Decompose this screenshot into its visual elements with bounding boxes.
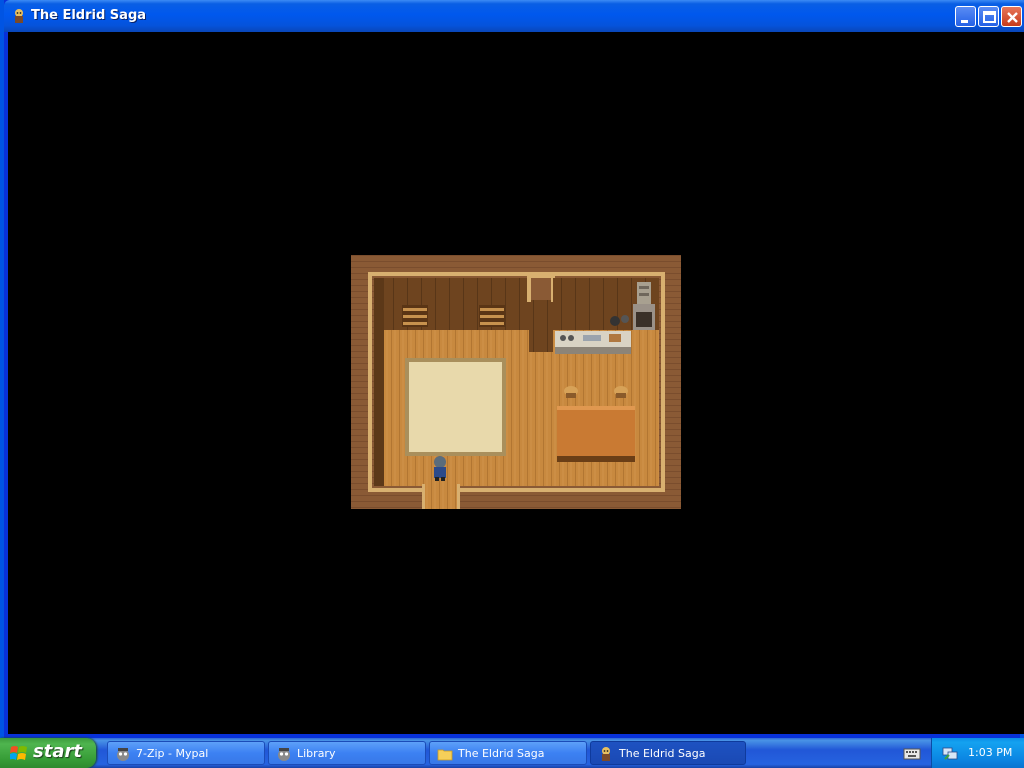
stool-right[interactable] [614, 386, 628, 398]
keyboard-icon[interactable] [903, 746, 921, 760]
wall-divider [529, 278, 553, 300]
close-icon [1007, 12, 1018, 23]
game-app-icon [11, 8, 27, 24]
taskbar-item-library[interactable]: Library [268, 741, 426, 765]
clock[interactable]: 1:03 PM [968, 746, 1012, 759]
taskbar-item-label: The Eldrid Saga [458, 747, 545, 760]
start-button[interactable]: start [0, 738, 96, 768]
minimize-icon [961, 20, 968, 23]
kitchen-counter[interactable] [555, 331, 631, 354]
mypal-icon [115, 746, 131, 762]
close-button[interactable] [1001, 6, 1022, 27]
divider-trim-left [527, 274, 531, 302]
maximize-button[interactable] [978, 6, 999, 27]
taskbar: start 7-Zip - Mypal Library The Eldrid S… [0, 738, 1024, 768]
dining-table[interactable] [557, 406, 635, 462]
taskbar-item-game-eldrid-saga[interactable]: The Eldrid Saga [590, 741, 746, 765]
bookshelf-left[interactable] [402, 305, 428, 327]
taskbar-item-folder-eldrid-saga[interactable]: The Eldrid Saga [429, 741, 587, 765]
game-map[interactable] [351, 255, 681, 509]
network-icon[interactable] [942, 745, 958, 761]
bookshelf-right[interactable] [479, 305, 505, 327]
game-viewport[interactable] [8, 32, 1024, 734]
game-window: The Eldrid Saga [0, 0, 1024, 738]
maximize-icon [983, 11, 996, 23]
stool-left[interactable] [564, 386, 578, 398]
left-wall-shadow [374, 278, 384, 486]
back-wall-left [374, 278, 529, 330]
system-tray: 1:03 PM [931, 738, 1024, 768]
window-title: The Eldrid Saga [31, 8, 147, 23]
rug[interactable] [405, 358, 506, 456]
door-frame-right [457, 484, 460, 509]
taskbar-item-label: Library [297, 747, 336, 760]
taskbar-item-label: 7-Zip - Mypal [136, 747, 209, 760]
divider-trim [527, 274, 555, 278]
windows-logo-icon [9, 745, 28, 762]
player-character-sprite[interactable] [434, 456, 446, 481]
taskbar-item-7zip-mypal[interactable]: 7-Zip - Mypal [107, 741, 265, 765]
doorway[interactable] [424, 484, 458, 509]
folder-icon [437, 746, 453, 762]
taskbar-item-label: The Eldrid Saga [619, 747, 706, 760]
minimize-button[interactable] [955, 6, 976, 27]
start-label: start [33, 741, 82, 762]
divider-wall [529, 300, 553, 352]
game-app-icon [598, 746, 614, 762]
mypal-icon [276, 746, 292, 762]
title-bar[interactable]: The Eldrid Saga [4, 0, 1024, 32]
door-frame-left [422, 484, 425, 509]
